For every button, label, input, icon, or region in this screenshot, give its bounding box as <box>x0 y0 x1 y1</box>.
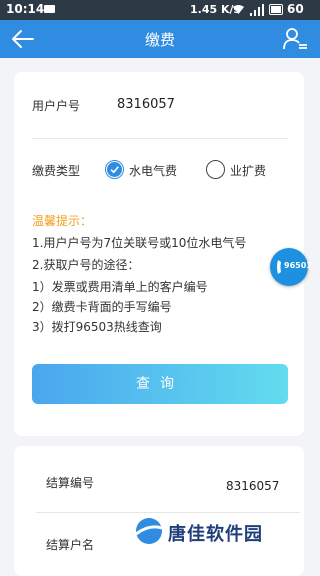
hotline-number: 96503 <box>284 261 312 270</box>
battery-level: 60 <box>287 2 304 16</box>
radio-label-water-electric-gas[interactable]: 水电气费 <box>129 162 177 179</box>
hotline-button[interactable]: 96503 <box>270 248 312 286</box>
wifi-icon <box>233 5 244 14</box>
settlement-card <box>14 446 304 576</box>
settlement-number-value: 8316057 <box>226 479 280 493</box>
status-bar: 10:14 1.45 K/s 60 <box>0 0 320 20</box>
notification-icon <box>44 5 55 13</box>
settlement-number-label: 结算编号 <box>46 476 95 490</box>
page-title: 缴费 <box>144 31 175 49</box>
radio-expansion-fee[interactable] <box>206 160 225 179</box>
site-logo-icon <box>135 518 163 544</box>
radio-water-electric-gas[interactable] <box>105 160 124 179</box>
battery-icon <box>269 4 283 15</box>
tips-title: 温馨提示： <box>32 214 93 228</box>
settlement-name-label: 结算户名 <box>46 538 95 552</box>
check-circle-icon <box>107 162 122 177</box>
radio-label-expansion-fee[interactable]: 业扩费 <box>230 162 266 179</box>
status-time: 10:14 <box>6 2 45 16</box>
payment-type-label: 缴费类型 <box>32 164 81 178</box>
account-input[interactable]: 8316057 <box>117 97 175 112</box>
query-button[interactable]: 查询 <box>32 364 288 404</box>
tips-line: 3）拨打96503热线查询 <box>32 320 162 334</box>
app-bar: 缴费 <box>0 20 320 58</box>
account-label: 用户户号 <box>32 99 81 113</box>
divider <box>36 512 300 513</box>
tips-line: 1.用户户号为7位关联号或10位水电气号 <box>32 236 247 250</box>
divider <box>32 138 288 139</box>
signal-icon <box>250 4 264 16</box>
watermark-text: 唐佳软件园 <box>168 524 263 545</box>
tips-line: 2）缴费卡背面的手写编号 <box>32 300 172 314</box>
tips-line: 2.获取户号的途径： <box>32 258 140 272</box>
tips-line: 1）发票或费用清单上的客户编号 <box>32 280 208 294</box>
user-list-icon[interactable] <box>282 26 308 52</box>
watermark: 唐佳软件园 <box>134 514 310 548</box>
